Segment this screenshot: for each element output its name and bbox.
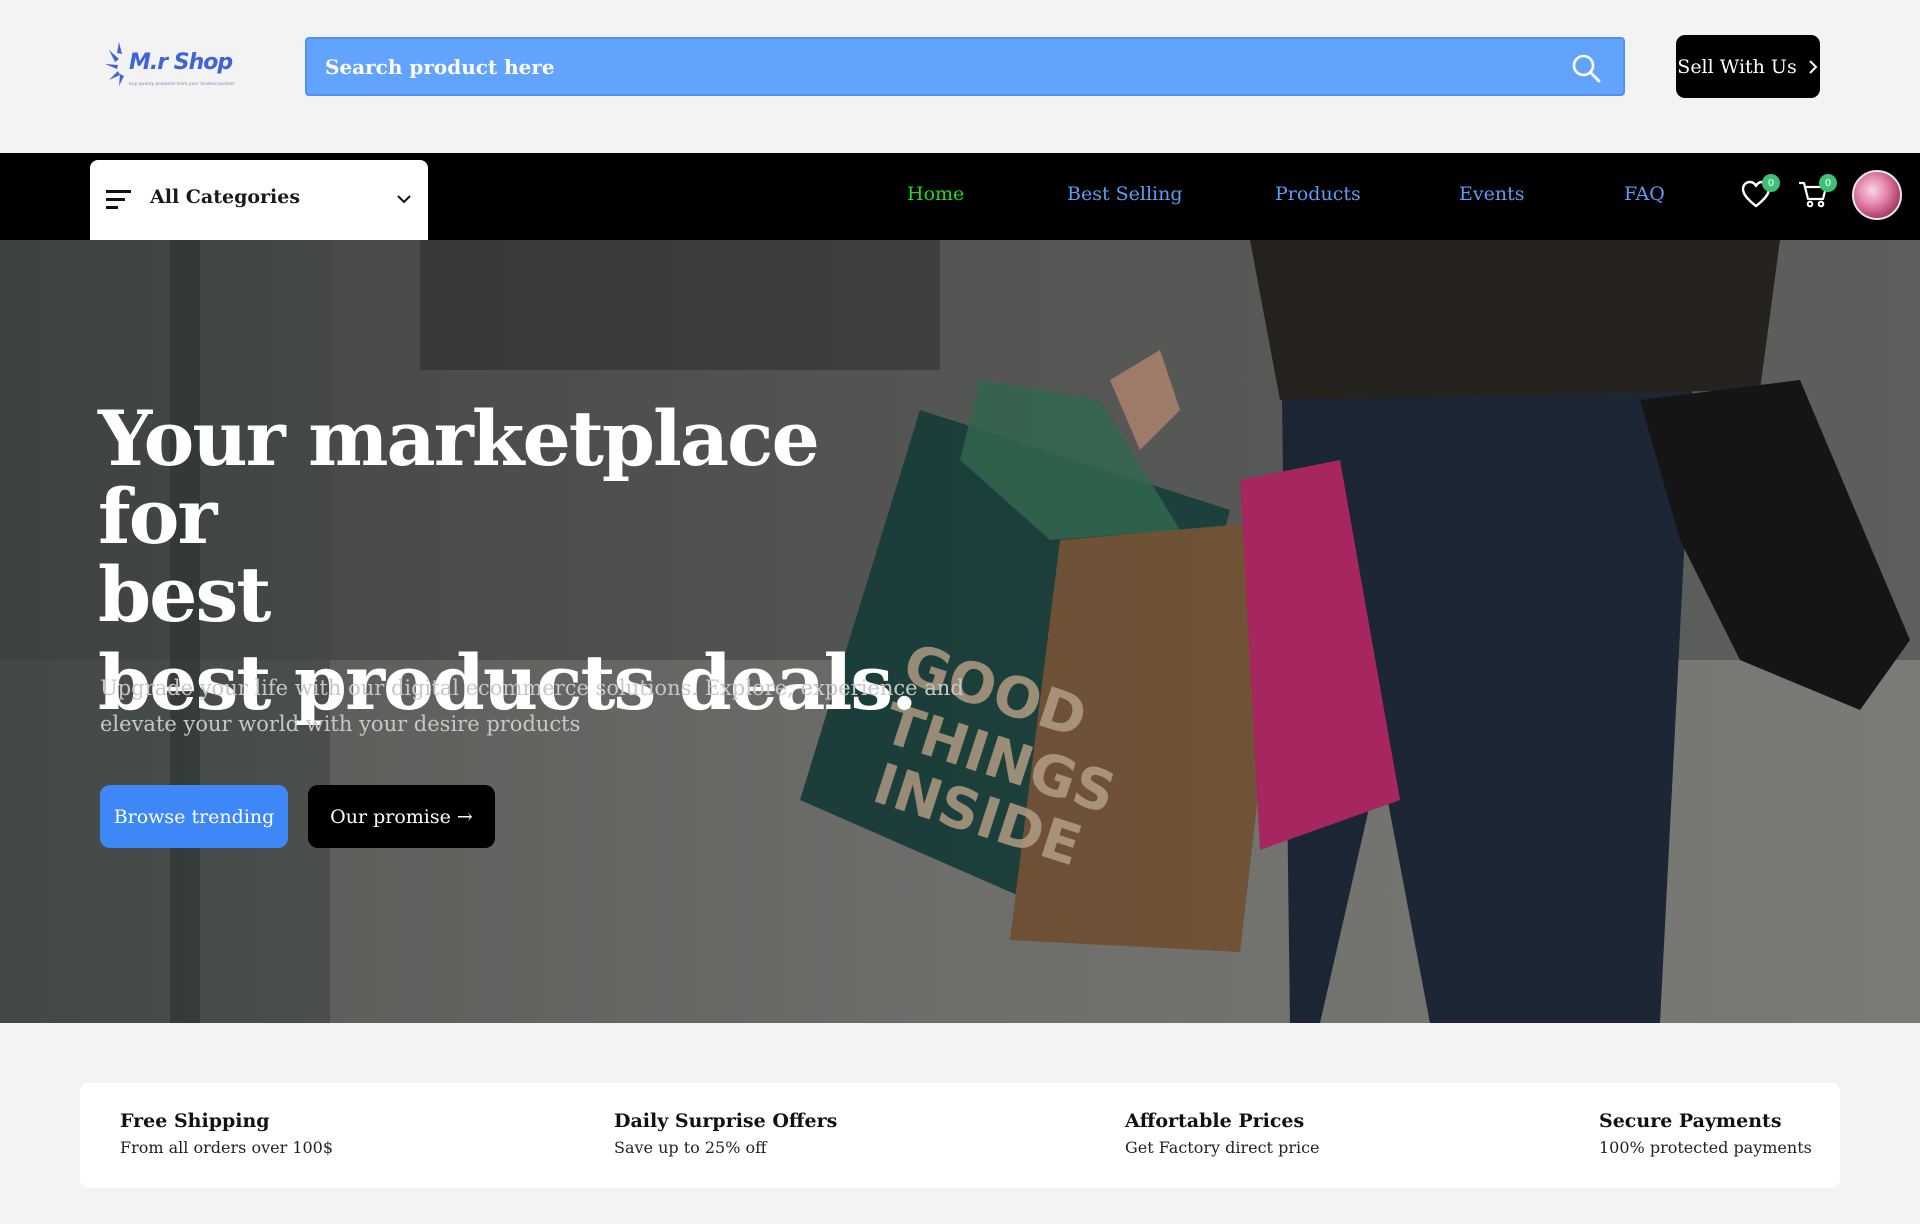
nav-link-events[interactable]: Events xyxy=(1459,183,1524,205)
feature-desc: 100% protected payments xyxy=(1599,1138,1812,1157)
feature-title: Affortable Prices xyxy=(1125,1110,1305,1132)
feature-free-shipping: Free Shipping From all orders over 100$ xyxy=(120,1110,333,1157)
feature-daily-offers: Daily Surprise Offers Save up to 25% off xyxy=(614,1110,837,1157)
all-categories-dropdown[interactable]: All Categories xyxy=(90,160,428,240)
feature-secure-payments: Secure Payments 100% protected payments xyxy=(1599,1110,1812,1157)
hero-title-line-1: Your marketplace for xyxy=(98,394,820,561)
feature-affordable-prices: Affortable Prices Get Factory direct pri… xyxy=(1125,1110,1320,1157)
feature-title: Free Shipping xyxy=(120,1110,270,1132)
sell-with-us-label: Sell With Us xyxy=(1677,55,1797,78)
cart-count-badge: 0 xyxy=(1819,174,1837,192)
menu-lines-icon xyxy=(106,190,131,209)
features-strip: Free Shipping From all orders over 100$ … xyxy=(80,1083,1840,1188)
our-promise-button[interactable]: Our promise → xyxy=(308,785,495,848)
search-bar xyxy=(305,37,1625,96)
wishlist-count-badge: 0 xyxy=(1762,174,1780,192)
logo-burst-icon xyxy=(105,42,124,86)
logo-text: M.r Shop xyxy=(129,50,233,75)
cart-button[interactable]: 0 xyxy=(1797,174,1837,216)
sell-with-us-button[interactable]: Sell With Us xyxy=(1676,35,1820,98)
feature-desc: From all orders over 100$ xyxy=(120,1138,334,1157)
feature-title: Daily Surprise Offers xyxy=(614,1110,838,1132)
hero-title-line-2: best xyxy=(98,550,271,639)
hero-banner: GOOD THINGS INSIDE Your marketplace for … xyxy=(0,240,1920,1023)
logo-tagline: buy quality products from your trusted p… xyxy=(129,82,235,87)
hero-subtitle: Upgrade your life with our digital ecomm… xyxy=(100,676,964,736)
feature-desc: Save up to 25% off xyxy=(614,1138,767,1157)
nav-link-home[interactable]: Home xyxy=(907,183,964,205)
search-icon[interactable] xyxy=(1571,53,1601,83)
search-input[interactable] xyxy=(325,39,1545,94)
wishlist-button[interactable]: 0 xyxy=(1740,174,1780,216)
chevron-down-icon xyxy=(397,195,411,204)
browse-trending-button[interactable]: Browse trending xyxy=(100,785,288,848)
nav-link-faq[interactable]: FAQ xyxy=(1624,183,1665,205)
logo[interactable]: M.r Shop buy quality products from your … xyxy=(105,38,250,94)
main-nav: All Categories Home Best Selling Product… xyxy=(0,153,1920,240)
chevron-right-icon xyxy=(1808,59,1818,74)
feature-desc: Get Factory direct price xyxy=(1125,1138,1320,1157)
feature-title: Secure Payments xyxy=(1599,1110,1782,1132)
all-categories-label: All Categories xyxy=(150,186,301,208)
top-header: M.r Shop buy quality products from your … xyxy=(0,0,1920,153)
nav-link-best-selling[interactable]: Best Selling xyxy=(1067,183,1183,205)
user-avatar[interactable] xyxy=(1852,170,1902,220)
nav-link-products[interactable]: Products xyxy=(1275,183,1361,205)
